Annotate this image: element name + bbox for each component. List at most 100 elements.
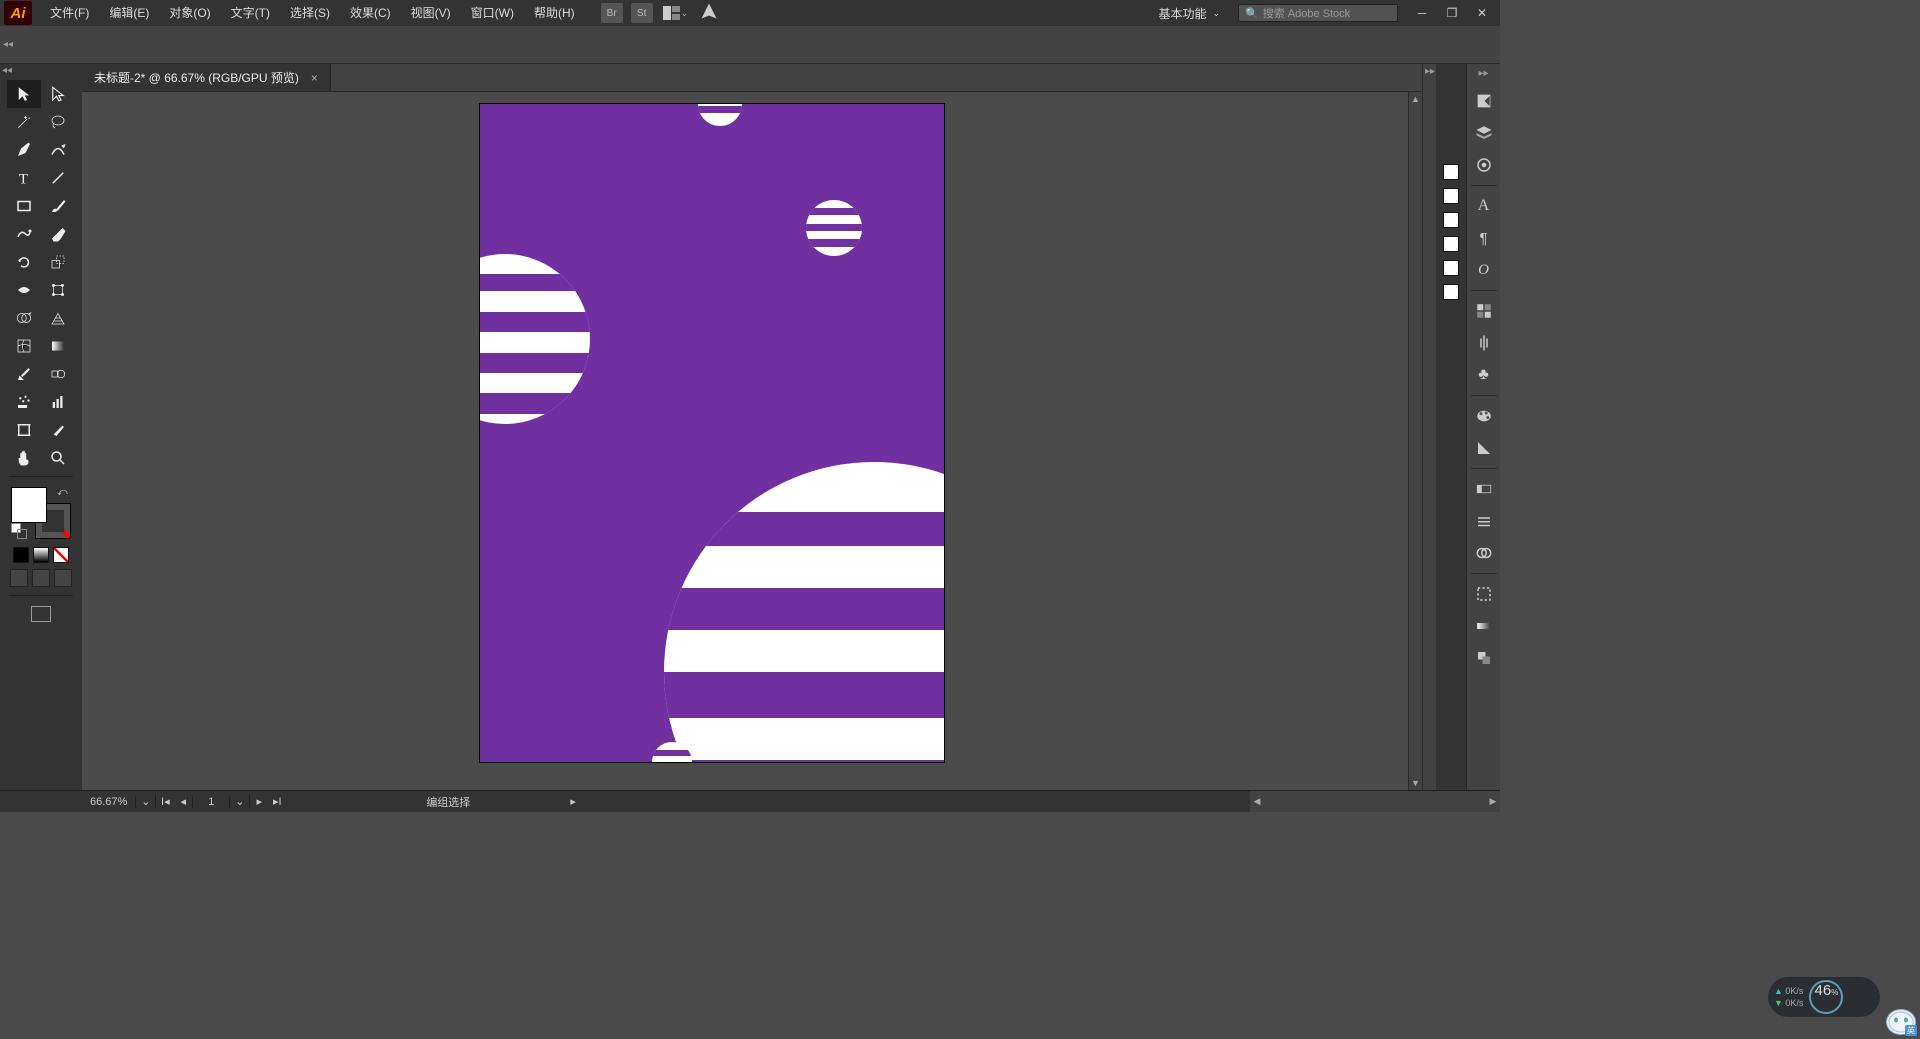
canvas-viewport[interactable]: ▲ ▼ [82,92,1422,790]
stock-icon[interactable]: St [631,3,653,23]
mesh-tool[interactable] [7,332,41,360]
color-guide-panel-icon[interactable] [1470,434,1498,462]
last-artboard-button[interactable]: ▸I [268,795,286,808]
color-panel-icon[interactable] [1470,402,1498,430]
zoom-level[interactable]: 66.67% [82,796,136,808]
artboard-dropdown-icon[interactable]: ⌄ [230,795,250,808]
fill-stroke-control[interactable]: ⤺ [11,487,71,539]
brushes-panel-icon[interactable] [1470,507,1498,535]
color-mode-solid[interactable] [13,547,29,563]
swatch-6[interactable] [1443,284,1459,300]
paragraph-panel-icon[interactable]: ¶ [1470,224,1498,252]
menu-view[interactable]: 视图(V) [401,0,461,26]
ime-indicator[interactable]: 英 [1886,1009,1916,1035]
workspace-selector[interactable]: 基本功能 ⌄ [1148,5,1230,22]
swatches-panel-icon[interactable] [1470,475,1498,503]
curvature-tool[interactable] [41,136,75,164]
swap-fill-stroke-icon[interactable]: ⤺ [57,487,71,501]
magic-wand-tool[interactable] [7,108,41,136]
line-segment-tool[interactable] [41,164,75,192]
menu-select[interactable]: 选择(S) [280,0,340,26]
prev-artboard-button[interactable]: ◂ [174,795,192,808]
panel-strip-collapse-icon[interactable]: ▸▸ [1478,68,1488,79]
column-graph-tool[interactable] [41,388,75,416]
align-panel-icon[interactable] [1470,329,1498,357]
opentype-panel-icon[interactable]: O [1470,256,1498,284]
window-close-button[interactable]: ✕ [1474,6,1490,20]
eraser-tool[interactable] [41,220,75,248]
character-panel-icon[interactable]: A [1470,192,1498,220]
shape-builder-tool[interactable] [7,304,41,332]
default-fill-stroke-icon[interactable] [11,523,25,537]
search-stock-input[interactable]: 🔍 搜索 Adobe Stock [1238,4,1398,22]
swatch-2[interactable] [1443,188,1459,204]
scale-tool[interactable] [41,248,75,276]
document-tab[interactable]: 未标题-2* @ 66.67% (RGB/GPU 预览) × [82,64,331,91]
gradient-panel-icon[interactable] [1470,612,1498,640]
transparency-panel-icon[interactable] [1470,644,1498,672]
menu-file[interactable]: 文件(F) [40,0,99,26]
hand-tool[interactable] [7,444,41,472]
free-transform-tool[interactable] [41,276,75,304]
menu-help[interactable]: 帮助(H) [524,0,585,26]
window-minimize-button[interactable]: ─ [1414,6,1430,20]
menu-object[interactable]: 对象(O) [159,0,220,26]
gradient-tool[interactable] [41,332,75,360]
menu-effect[interactable]: 效果(C) [340,0,401,26]
pathfinder-panel-icon[interactable]: ♣ [1470,361,1498,389]
slice-tool[interactable] [41,416,75,444]
zoom-tool[interactable] [41,444,75,472]
first-artboard-button[interactable]: I◂ [156,795,174,808]
pen-tool[interactable] [7,136,41,164]
scroll-up-icon[interactable]: ▲ [1409,92,1422,106]
draw-normal-icon[interactable] [10,569,28,587]
artboard-number[interactable]: 1 [192,796,230,808]
horizontal-scrollbar[interactable]: ◀ ▶ [1250,791,1500,812]
menu-type[interactable]: 文字(T) [221,0,280,26]
swatch-4[interactable] [1443,236,1459,252]
controlbar-collapse-icon[interactable]: ◂◂ [0,39,16,51]
next-artboard-button[interactable]: ▸ [250,795,268,808]
status-menu-icon[interactable]: ▸ [570,795,576,808]
tab-close-icon[interactable]: × [311,71,318,85]
symbol-sprayer-tool[interactable] [7,388,41,416]
paintbrush-tool[interactable] [41,192,75,220]
artboard-tool[interactable] [7,416,41,444]
perspective-grid-tool[interactable] [41,304,75,332]
blend-tool[interactable] [41,360,75,388]
width-tool[interactable] [7,276,41,304]
eyedropper-tool[interactable] [7,360,41,388]
gpu-performance-icon[interactable] [700,2,718,25]
libraries-panel-icon[interactable] [1470,151,1498,179]
zoom-dropdown-icon[interactable]: ⌄ [136,795,156,808]
properties-panel-icon[interactable] [1470,87,1498,115]
rectangle-tool[interactable] [7,192,41,220]
color-mode-gradient[interactable] [33,547,49,563]
toolbar-collapse-icon[interactable]: ◂◂ [2,65,12,76]
menu-window[interactable]: 窗口(W) [461,0,524,26]
symbols-panel-icon[interactable] [1470,539,1498,567]
layers-panel-icon[interactable] [1470,119,1498,147]
network-widget[interactable]: 0K/s 0K/s 46% [1768,977,1880,1017]
window-restore-button[interactable]: ❐ [1444,6,1460,20]
arrange-documents-icon[interactable]: ⌄ [663,6,689,20]
transform-panel-icon[interactable] [1470,297,1498,325]
swatch-3[interactable] [1443,212,1459,228]
artboard[interactable] [479,103,945,763]
scroll-down-icon[interactable]: ▼ [1409,776,1422,790]
type-tool[interactable]: T [7,164,41,192]
draw-inside-icon[interactable] [54,569,72,587]
direct-selection-tool[interactable] [41,80,75,108]
menu-edit[interactable]: 编辑(E) [99,0,159,26]
swatch-5[interactable] [1443,260,1459,276]
bridge-icon[interactable]: Br [601,3,623,23]
shaper-tool[interactable] [7,220,41,248]
fill-swatch[interactable] [11,487,47,523]
draw-behind-icon[interactable] [32,569,50,587]
stroke-panel-icon[interactable] [1470,580,1498,608]
color-mode-none[interactable] [53,547,69,563]
vertical-scrollbar[interactable]: ▲ ▼ [1408,92,1422,790]
swatch-1[interactable] [1443,164,1459,180]
rotate-tool[interactable] [7,248,41,276]
scroll-right-icon[interactable]: ▶ [1486,796,1500,807]
